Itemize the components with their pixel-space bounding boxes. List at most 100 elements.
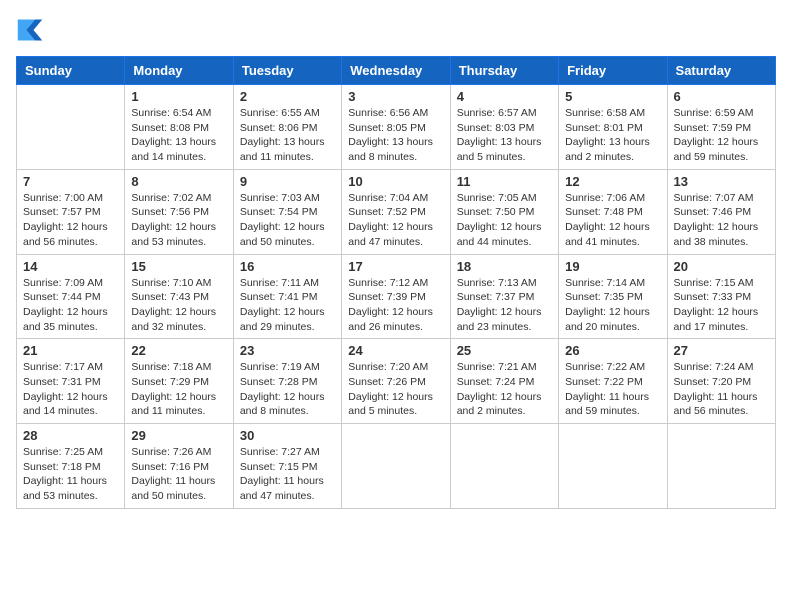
day-info: Sunrise: 7:12 AM Sunset: 7:39 PM Dayligh…	[348, 276, 443, 335]
day-number: 7	[23, 174, 118, 189]
day-number: 20	[674, 259, 769, 274]
day-info: Sunrise: 7:00 AM Sunset: 7:57 PM Dayligh…	[23, 191, 118, 250]
calendar-cell	[342, 424, 450, 509]
day-number: 17	[348, 259, 443, 274]
logo	[16, 16, 48, 44]
calendar-header-row: SundayMondayTuesdayWednesdayThursdayFrid…	[17, 57, 776, 85]
day-info: Sunrise: 7:21 AM Sunset: 7:24 PM Dayligh…	[457, 360, 552, 419]
day-number: 13	[674, 174, 769, 189]
calendar-cell: 20 Sunrise: 7:15 AM Sunset: 7:33 PM Dayli…	[667, 254, 775, 339]
day-of-week-header: Saturday	[667, 57, 775, 85]
calendar-cell	[450, 424, 558, 509]
day-info: Sunrise: 7:13 AM Sunset: 7:37 PM Dayligh…	[457, 276, 552, 335]
day-number: 12	[565, 174, 660, 189]
calendar-cell: 9Sunrise: 7:03 AM Sunset: 7:54 PM Daylig…	[233, 169, 341, 254]
calendar-cell: 26Sunrise: 7:22 AM Sunset: 7:22 PM Dayli…	[559, 339, 667, 424]
day-of-week-header: Sunday	[17, 57, 125, 85]
calendar-week-row: 21 Sunrise: 7:17 AM Sunset: 7:31 PM Dayli…	[17, 339, 776, 424]
day-of-week-header: Friday	[559, 57, 667, 85]
day-number: 15	[131, 259, 226, 274]
calendar-cell: 27 Sunrise: 7:24 AM Sunset: 7:20 PM Dayli…	[667, 339, 775, 424]
calendar-cell: 10 Sunrise: 7:04 AM Sunset: 7:52 PM Dayli…	[342, 169, 450, 254]
calendar-cell: 30 Sunrise: 7:27 AM Sunset: 7:15 PM Dayli…	[233, 424, 341, 509]
calendar-cell: 2Sunrise: 6:55 AM Sunset: 8:06 PM Daylig…	[233, 85, 341, 170]
calendar-cell	[17, 85, 125, 170]
calendar-cell: 5 Sunrise: 6:58 AM Sunset: 8:01 PM Daylig…	[559, 85, 667, 170]
day-info: Sunrise: 7:14 AM Sunset: 7:35 PM Dayligh…	[565, 276, 660, 335]
day-info: Sunrise: 7:11 AM Sunset: 7:41 PM Dayligh…	[240, 276, 335, 335]
calendar-cell: 25 Sunrise: 7:21 AM Sunset: 7:24 PM Dayli…	[450, 339, 558, 424]
calendar-cell: 17 Sunrise: 7:12 AM Sunset: 7:39 PM Dayli…	[342, 254, 450, 339]
calendar-cell: 7 Sunrise: 7:00 AM Sunset: 7:57 PM Daylig…	[17, 169, 125, 254]
calendar-cell: 18 Sunrise: 7:13 AM Sunset: 7:37 PM Dayli…	[450, 254, 558, 339]
calendar-week-row: 7 Sunrise: 7:00 AM Sunset: 7:57 PM Daylig…	[17, 169, 776, 254]
day-number: 29	[131, 428, 226, 443]
calendar-week-row: 14 Sunrise: 7:09 AM Sunset: 7:44 PM Dayli…	[17, 254, 776, 339]
day-number: 22	[131, 343, 226, 358]
day-number: 6	[674, 89, 769, 104]
calendar-cell	[559, 424, 667, 509]
day-info: Sunrise: 7:07 AM Sunset: 7:46 PM Dayligh…	[674, 191, 769, 250]
calendar-cell: 21 Sunrise: 7:17 AM Sunset: 7:31 PM Dayli…	[17, 339, 125, 424]
day-of-week-header: Monday	[125, 57, 233, 85]
day-info: Sunrise: 7:18 AM Sunset: 7:29 PM Dayligh…	[131, 360, 226, 419]
day-number: 25	[457, 343, 552, 358]
day-info: Sunrise: 7:24 AM Sunset: 7:20 PM Dayligh…	[674, 360, 769, 419]
day-number: 30	[240, 428, 335, 443]
day-number: 10	[348, 174, 443, 189]
day-info: Sunrise: 7:25 AM Sunset: 7:18 PM Dayligh…	[23, 445, 118, 504]
day-number: 3	[348, 89, 443, 104]
day-info: Sunrise: 6:59 AM Sunset: 7:59 PM Dayligh…	[674, 106, 769, 165]
calendar-cell: 14 Sunrise: 7:09 AM Sunset: 7:44 PM Dayli…	[17, 254, 125, 339]
calendar-cell: 1Sunrise: 6:54 AM Sunset: 8:08 PM Daylig…	[125, 85, 233, 170]
calendar-cell: 6 Sunrise: 6:59 AM Sunset: 7:59 PM Daylig…	[667, 85, 775, 170]
day-number: 26	[565, 343, 660, 358]
calendar-cell: 4 Sunrise: 6:57 AM Sunset: 8:03 PM Daylig…	[450, 85, 558, 170]
day-number: 2	[240, 89, 335, 104]
calendar-week-row: 1Sunrise: 6:54 AM Sunset: 8:08 PM Daylig…	[17, 85, 776, 170]
calendar-cell: 3 Sunrise: 6:56 AM Sunset: 8:05 PM Daylig…	[342, 85, 450, 170]
day-number: 18	[457, 259, 552, 274]
day-info: Sunrise: 7:15 AM Sunset: 7:33 PM Dayligh…	[674, 276, 769, 335]
calendar-cell: 11 Sunrise: 7:05 AM Sunset: 7:50 PM Dayli…	[450, 169, 558, 254]
day-of-week-header: Tuesday	[233, 57, 341, 85]
day-info: Sunrise: 7:02 AM Sunset: 7:56 PM Dayligh…	[131, 191, 226, 250]
logo-icon	[16, 16, 44, 44]
day-info: Sunrise: 7:06 AM Sunset: 7:48 PM Dayligh…	[565, 191, 660, 250]
day-info: Sunrise: 7:26 AM Sunset: 7:16 PM Dayligh…	[131, 445, 226, 504]
day-number: 16	[240, 259, 335, 274]
day-number: 9	[240, 174, 335, 189]
calendar-cell: 8 Sunrise: 7:02 AM Sunset: 7:56 PM Daylig…	[125, 169, 233, 254]
day-info: Sunrise: 7:17 AM Sunset: 7:31 PM Dayligh…	[23, 360, 118, 419]
day-info: Sunrise: 7:27 AM Sunset: 7:15 PM Dayligh…	[240, 445, 335, 504]
calendar-cell: 16 Sunrise: 7:11 AM Sunset: 7:41 PM Dayli…	[233, 254, 341, 339]
calendar-cell: 13 Sunrise: 7:07 AM Sunset: 7:46 PM Dayli…	[667, 169, 775, 254]
day-info: Sunrise: 7:05 AM Sunset: 7:50 PM Dayligh…	[457, 191, 552, 250]
day-info: Sunrise: 7:19 AM Sunset: 7:28 PM Dayligh…	[240, 360, 335, 419]
day-of-week-header: Thursday	[450, 57, 558, 85]
day-of-week-header: Wednesday	[342, 57, 450, 85]
day-number: 1	[131, 89, 226, 104]
day-info: Sunrise: 7:20 AM Sunset: 7:26 PM Dayligh…	[348, 360, 443, 419]
day-info: Sunrise: 6:57 AM Sunset: 8:03 PM Dayligh…	[457, 106, 552, 165]
day-number: 23	[240, 343, 335, 358]
day-info: Sunrise: 7:09 AM Sunset: 7:44 PM Dayligh…	[23, 276, 118, 335]
day-number: 8	[131, 174, 226, 189]
calendar-cell	[667, 424, 775, 509]
day-number: 14	[23, 259, 118, 274]
day-info: Sunrise: 6:56 AM Sunset: 8:05 PM Dayligh…	[348, 106, 443, 165]
calendar-cell: 15Sunrise: 7:10 AM Sunset: 7:43 PM Dayli…	[125, 254, 233, 339]
calendar-table: SundayMondayTuesdayWednesdayThursdayFrid…	[16, 56, 776, 509]
day-info: Sunrise: 6:58 AM Sunset: 8:01 PM Dayligh…	[565, 106, 660, 165]
day-number: 11	[457, 174, 552, 189]
calendar-cell: 28Sunrise: 7:25 AM Sunset: 7:18 PM Dayli…	[17, 424, 125, 509]
day-number: 27	[674, 343, 769, 358]
day-number: 24	[348, 343, 443, 358]
calendar-cell: 23 Sunrise: 7:19 AM Sunset: 7:28 PM Dayli…	[233, 339, 341, 424]
day-number: 4	[457, 89, 552, 104]
day-info: Sunrise: 7:04 AM Sunset: 7:52 PM Dayligh…	[348, 191, 443, 250]
calendar-cell: 29 Sunrise: 7:26 AM Sunset: 7:16 PM Dayli…	[125, 424, 233, 509]
day-number: 21	[23, 343, 118, 358]
day-number: 5	[565, 89, 660, 104]
calendar-cell: 22 Sunrise: 7:18 AM Sunset: 7:29 PM Dayli…	[125, 339, 233, 424]
